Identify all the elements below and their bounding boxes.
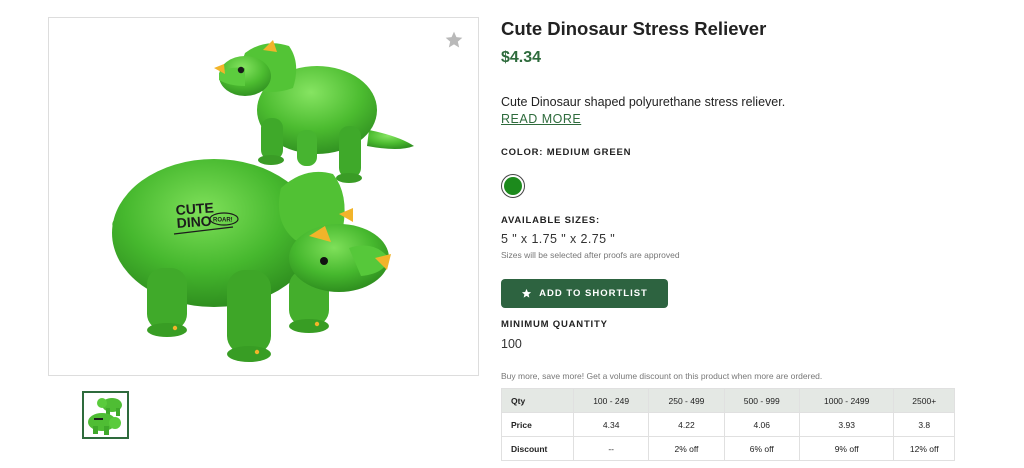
color-swatch-dot	[504, 177, 522, 195]
sizes-label: AVAILABLE SIZES:	[501, 215, 601, 226]
pricing-header-row: Qty 100 - 249 250 - 499 500 - 999 1000 -…	[501, 388, 955, 413]
large-dinosaur: CUTE DINO ROAR!	[112, 159, 391, 362]
volume-discount-note: Buy more, save more! Get a volume discou…	[501, 371, 823, 381]
imprint-text-line2: DINO	[176, 213, 212, 231]
thumbnail-image[interactable]	[82, 391, 129, 439]
favorite-star-icon[interactable]	[444, 30, 464, 50]
product-description: Cute Dinosaur shaped polyurethane stress…	[501, 95, 786, 109]
table-cell: 6% off	[723, 436, 800, 461]
table-cell: 9% off	[798, 436, 895, 461]
product-price: $4.34	[501, 49, 542, 66]
table-cell: 4.34	[572, 412, 650, 437]
add-to-shortlist-button[interactable]: ADD TO SHORTLIST	[501, 279, 668, 308]
table-cell: Price	[501, 412, 574, 437]
star-icon	[522, 288, 532, 298]
minimum-quantity-value: 100	[501, 337, 522, 351]
table-header-cell: 100 - 249	[572, 388, 650, 413]
dinosaur-product-illustration: CUTE DINO ROAR!	[112, 40, 414, 362]
product-main-image: CUTE DINO ROAR!	[48, 17, 479, 376]
table-cell: 3.93	[798, 412, 895, 437]
table-row: Price 4.34 4.22 4.06 3.93 3.8	[501, 412, 955, 437]
imprint-badge: ROAR!	[213, 218, 233, 224]
table-header-cell: Qty	[501, 388, 574, 413]
add-to-shortlist-label: ADD TO SHORTLIST	[539, 288, 648, 299]
table-cell: 3.8	[893, 412, 955, 437]
sizes-value: 5 " x 1.75 " x 2.75 "	[501, 232, 616, 246]
table-cell: --	[572, 436, 650, 461]
color-swatch-medium-green[interactable]	[501, 174, 525, 198]
read-more-link[interactable]: READ MORE	[501, 112, 581, 126]
small-dinosaur	[214, 40, 414, 183]
table-header-cell: 500 - 999	[723, 388, 800, 413]
product-title: Cute Dinosaur Stress Reliever	[501, 18, 767, 39]
color-label: COLOR: MEDIUM GREEN	[501, 147, 632, 158]
minimum-quantity-label: MINIMUM QUANTITY	[501, 319, 608, 330]
table-header-cell: 250 - 499	[648, 388, 725, 413]
table-header-cell: 1000 - 2499	[798, 388, 895, 413]
table-row: Discount -- 2% off 6% off 9% off 12% off	[501, 436, 955, 461]
table-cell: Discount	[501, 436, 574, 461]
table-cell: 2% off	[648, 436, 725, 461]
table-cell: 12% off	[893, 436, 955, 461]
table-cell: 4.22	[648, 412, 725, 437]
table-cell: 4.06	[723, 412, 800, 437]
sizes-note: Sizes will be selected after proofs are …	[501, 250, 680, 260]
pricing-table: Qty 100 - 249 250 - 499 500 - 999 1000 -…	[501, 388, 955, 461]
table-header-cell: 2500+	[893, 388, 955, 413]
